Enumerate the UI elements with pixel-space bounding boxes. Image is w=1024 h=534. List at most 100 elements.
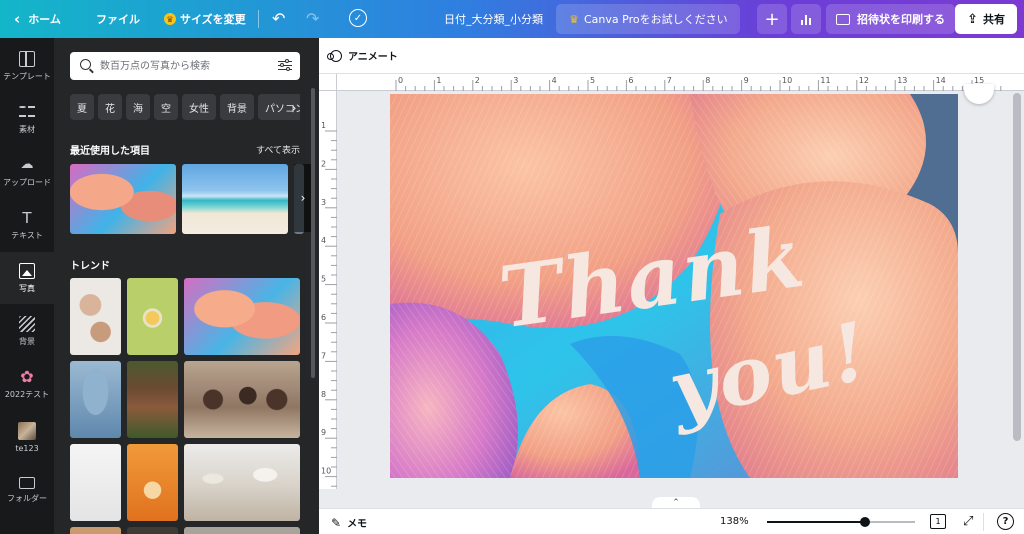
document-title[interactable]: 日付_大分類_小分類 bbox=[444, 0, 543, 38]
rail-item-elements[interactable]: 素材 bbox=[0, 93, 54, 145]
ruler-label: 6 bbox=[321, 313, 326, 322]
panel-scrollbar[interactable] bbox=[311, 88, 315, 378]
chip-summer[interactable]: 夏 bbox=[70, 94, 94, 120]
try-pro-button[interactable]: ♛ Canva Proをお試しください bbox=[556, 4, 740, 34]
ruler-label: 5 bbox=[321, 275, 326, 284]
zoom-slider-knob[interactable] bbox=[859, 517, 870, 527]
trend-photo-row4-c[interactable] bbox=[184, 527, 300, 534]
print-invitation-button[interactable]: 招待状を印刷する bbox=[826, 4, 955, 34]
insights-chart-button[interactable] bbox=[791, 4, 821, 34]
rail-item-folders[interactable]: フォルダー bbox=[0, 464, 54, 516]
rail-item-2022-test[interactable]: ✿ 2022テスト bbox=[0, 358, 54, 410]
canvas-page-options-button[interactable] bbox=[964, 84, 994, 104]
ruler-label: 1 bbox=[436, 76, 441, 85]
file-menu-button[interactable]: ファイル bbox=[96, 0, 140, 38]
rail-item-te123[interactable]: te123 bbox=[0, 411, 54, 463]
upload-icon: ☁ bbox=[20, 157, 34, 172]
rail-label: 2022テスト bbox=[4, 389, 50, 399]
chip-flower[interactable]: 花 bbox=[98, 94, 122, 120]
vertical-ruler: 1 2 3 4 5 6 7 8 9 10 bbox=[319, 91, 337, 489]
trend-photo-white[interactable] bbox=[70, 444, 121, 521]
undo-icon[interactable]: ↶ bbox=[272, 9, 285, 28]
crown-icon: ♛ bbox=[569, 12, 579, 26]
trend-photo-row4-a[interactable] bbox=[70, 527, 121, 534]
animate-button[interactable]: アニメート bbox=[327, 48, 398, 63]
ruler-label: 12 bbox=[859, 76, 869, 85]
trend-photo-denim[interactable] bbox=[70, 361, 121, 438]
crown-icon: ♛ bbox=[164, 13, 176, 25]
bottom-divider bbox=[983, 513, 984, 531]
rail-item-photos[interactable]: 写真 bbox=[0, 252, 54, 304]
search-input[interactable] bbox=[100, 57, 270, 75]
file-label: ファイル bbox=[96, 13, 140, 26]
trend-photo-row4-b[interactable] bbox=[127, 527, 178, 534]
ruler-label: 13 bbox=[897, 76, 907, 85]
trend-photo-orange[interactable] bbox=[127, 444, 178, 521]
rail-label: テキスト bbox=[11, 230, 43, 240]
add-plus-button[interactable]: + bbox=[757, 4, 787, 34]
chip-woman[interactable]: 女性 bbox=[182, 94, 216, 120]
left-nav-rail: テンプレート 素材 ☁ アップロード T テキスト 写真 背景 ✿ 2022テス… bbox=[0, 38, 54, 534]
see-all-link[interactable]: すべて表示 bbox=[256, 143, 300, 156]
ruler-label: 7 bbox=[321, 351, 326, 360]
notes-button[interactable]: ✎ メモ bbox=[331, 515, 367, 531]
chips-next-arrow[interactable]: › bbox=[286, 98, 302, 118]
ruler-label: 10 bbox=[321, 467, 331, 476]
zoom-percentage[interactable]: 138% bbox=[720, 516, 749, 527]
chevron-left-icon: ‹ bbox=[14, 10, 21, 28]
cloud-saved-icon[interactable]: ✓ bbox=[349, 9, 367, 27]
trend-photo-dance[interactable] bbox=[184, 444, 300, 521]
home-button[interactable]: ‹ ホーム bbox=[14, 0, 61, 38]
share-button[interactable]: ⇪ 共有 bbox=[955, 4, 1017, 34]
vertical-ruler-ticks: 1 2 3 4 5 6 7 8 9 10 bbox=[321, 121, 337, 487]
photos-panel: 夏花海空女性背景パソコン › 最近使用した項目 すべて表示 › トレンド bbox=[54, 38, 319, 534]
rail-item-templates[interactable]: テンプレート bbox=[0, 40, 54, 92]
trend-photo-food[interactable] bbox=[127, 278, 178, 355]
zoom-slider-rest bbox=[864, 521, 915, 523]
horizontal-ruler-ticks: 0 1 2 3 4 5 6 7 8 9 10 11 12 13 14 15 bbox=[395, 76, 1002, 91]
redo-icon[interactable]: ↷ bbox=[306, 9, 319, 28]
ruler-label: 14 bbox=[936, 76, 946, 85]
recent-photo-mushroom[interactable] bbox=[70, 164, 176, 234]
design-canvas[interactable]: Thank you! bbox=[390, 94, 958, 478]
rail-item-uploads[interactable]: ☁ アップロード bbox=[0, 146, 54, 198]
editor-scrollbar[interactable] bbox=[1013, 93, 1021, 441]
envelope-icon bbox=[836, 13, 850, 25]
photo-search-box[interactable] bbox=[70, 52, 300, 80]
share-upload-icon: ⇪ bbox=[967, 11, 978, 27]
rail-item-text[interactable]: T テキスト bbox=[0, 199, 54, 251]
ruler-label: 4 bbox=[552, 76, 557, 85]
trend-photo-house[interactable] bbox=[127, 361, 178, 438]
ruler-corner bbox=[319, 74, 337, 91]
fullscreen-icon[interactable]: ⤢ bbox=[963, 514, 973, 529]
elements-icon bbox=[19, 104, 35, 120]
ruler-label: 7 bbox=[667, 76, 672, 85]
ruler-label: 1 bbox=[321, 121, 326, 130]
chip-sea[interactable]: 海 bbox=[126, 94, 150, 120]
ruler-label: 9 bbox=[321, 428, 326, 437]
chip-sky[interactable]: 空 bbox=[154, 94, 178, 120]
chip-background[interactable]: 背景 bbox=[220, 94, 254, 120]
resize-button[interactable]: ♛ サイズを変更 bbox=[164, 0, 246, 38]
ruler-label: 0 bbox=[398, 76, 403, 85]
ruler-label: 2 bbox=[321, 159, 326, 168]
keyword-chips: 夏花海空女性背景パソコン bbox=[70, 94, 300, 120]
animate-label: アニメート bbox=[348, 52, 398, 63]
trend-photo-hands[interactable] bbox=[70, 278, 121, 355]
trend-section-title: トレンド bbox=[70, 261, 110, 272]
recent-photo-beach[interactable] bbox=[182, 164, 288, 234]
help-button[interactable]: ? bbox=[997, 513, 1014, 530]
recent-scroll-right-arrow[interactable]: › bbox=[294, 164, 312, 232]
trend-photo-mushroom[interactable] bbox=[184, 278, 300, 355]
ruler-label: 8 bbox=[705, 76, 710, 85]
recent-section-title: 最近使用した項目 bbox=[70, 146, 150, 157]
rail-label: 素材 bbox=[19, 124, 35, 134]
filter-sliders-icon[interactable] bbox=[278, 59, 292, 71]
background-icon bbox=[19, 315, 35, 332]
pro-label: Canva Proをお試しください bbox=[584, 13, 728, 26]
zoom-slider[interactable] bbox=[767, 517, 915, 527]
page-count-button[interactable]: 1 bbox=[930, 514, 946, 529]
rail-item-background[interactable]: 背景 bbox=[0, 305, 54, 357]
trend-photo-friends[interactable] bbox=[184, 361, 300, 438]
editor-toolbar: アニメート bbox=[319, 38, 1024, 74]
